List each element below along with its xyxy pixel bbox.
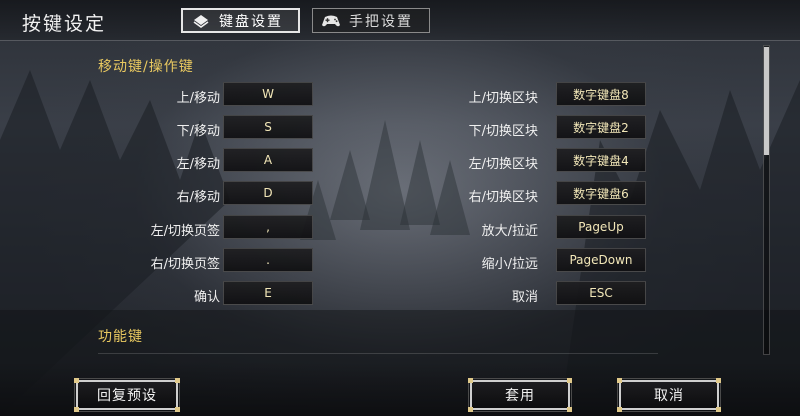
button-corner — [175, 378, 180, 383]
key-binding-right-tab[interactable]: . — [223, 248, 313, 272]
tab-keyboard-label: 键盘设置 — [219, 13, 283, 30]
binding-label-right-tab: 右/切换页签 — [150, 257, 220, 272]
cancel-label: 取消 — [654, 388, 684, 404]
tab-gamepad-settings[interactable]: 手把设置 — [312, 8, 430, 33]
section-divider — [98, 353, 658, 354]
binding-label-zoom-in: 放大/拉近 — [481, 224, 538, 239]
binding-label-left-move: 左/移动 — [176, 157, 220, 172]
key-binding-left-block[interactable]: 数字键盘4 — [556, 148, 646, 172]
key-binding-cancel[interactable]: ESC — [556, 281, 646, 305]
key-binding-up-block[interactable]: 数字键盘8 — [556, 82, 646, 106]
header-divider — [0, 40, 800, 41]
binding-label-zoom-out: 缩小/拉远 — [481, 257, 538, 272]
button-corner — [175, 407, 180, 412]
button-corner — [567, 378, 572, 383]
key-binding-left-move[interactable]: A — [223, 148, 313, 172]
apply-button[interactable]: 套用 — [468, 378, 572, 412]
key-binding-right-block[interactable]: 数字键盘6 — [556, 181, 646, 205]
button-corner — [468, 378, 473, 383]
binding-label-up-move: 上/移动 — [176, 91, 220, 106]
button-corner — [716, 378, 721, 383]
button-corner — [716, 407, 721, 412]
binding-label-up-block: 上/切换区块 — [468, 91, 538, 106]
section-title-movement: 移动键/操作键 — [98, 59, 194, 75]
binding-label-confirm: 确认 — [193, 290, 220, 305]
page-title: 按键设定 — [22, 13, 107, 35]
key-binding-left-tab[interactable]: , — [223, 215, 313, 239]
keyboard-icon — [191, 12, 211, 30]
reset-defaults-label: 回复预设 — [97, 388, 157, 404]
button-corner — [617, 407, 622, 412]
binding-label-down-move: 下/移动 — [176, 124, 220, 139]
tab-gamepad-label: 手把设置 — [349, 13, 413, 30]
button-corner — [617, 378, 622, 383]
section-title-function: 功能键 — [98, 329, 143, 345]
apply-label: 套用 — [505, 388, 535, 404]
binding-label-right-block: 右/切换区块 — [468, 190, 538, 205]
binding-label-cancel: 取消 — [511, 290, 538, 305]
key-binding-confirm[interactable]: E — [223, 281, 313, 305]
binding-label-left-block: 左/切换区块 — [468, 157, 538, 172]
key-binding-zoom-in[interactable]: PageUp — [556, 215, 646, 239]
scrollbar-thumb[interactable] — [764, 47, 769, 155]
binding-label-down-block: 下/切换区块 — [468, 124, 538, 139]
button-corner — [567, 407, 572, 412]
tab-keyboard-settings[interactable]: 键盘设置 — [181, 8, 300, 33]
key-binding-right-move[interactable]: D — [223, 181, 313, 205]
key-binding-up-move[interactable]: W — [223, 82, 313, 106]
reset-defaults-button[interactable]: 回复预设 — [74, 378, 180, 412]
key-binding-zoom-out[interactable]: PageDown — [556, 248, 646, 272]
gamepad-icon — [321, 12, 341, 30]
key-binding-down-block[interactable]: 数字键盘2 — [556, 115, 646, 139]
button-corner — [74, 407, 79, 412]
button-corner — [468, 407, 473, 412]
button-corner — [74, 378, 79, 383]
cancel-button[interactable]: 取消 — [617, 378, 721, 412]
binding-label-left-tab: 左/切换页签 — [150, 224, 220, 239]
key-binding-down-move[interactable]: S — [223, 115, 313, 139]
binding-label-right-move: 右/移动 — [176, 190, 220, 205]
